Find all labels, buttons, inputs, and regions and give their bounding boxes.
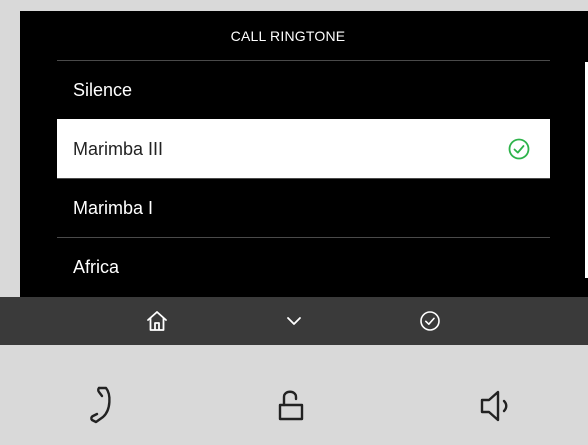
ringtone-item-marimba-i[interactable]: Marimba I — [57, 178, 550, 237]
intercom-panel: CALL RINGTONE Silence Marimba III Marimb… — [0, 0, 588, 445]
confirm-check-icon — [420, 311, 440, 331]
unlock-button[interactable] — [261, 379, 321, 433]
ringtone-list: Silence Marimba III Marimba I Africa — [57, 60, 550, 296]
ringtone-label: Africa — [73, 256, 120, 277]
speaker-button[interactable] — [466, 379, 526, 433]
unlock-icon — [278, 390, 304, 421]
confirm-button[interactable] — [400, 297, 460, 345]
call-button[interactable] — [71, 379, 131, 433]
scroll-down-button[interactable] — [264, 297, 324, 345]
chevron-down-icon — [287, 317, 301, 325]
bottom-navbar — [0, 297, 588, 345]
home-icon — [147, 311, 167, 331]
ringtone-label: Marimba I — [73, 197, 154, 218]
ringtone-item-silence[interactable]: Silence — [57, 60, 550, 119]
ringtone-item-marimba-iii[interactable]: Marimba III — [57, 119, 550, 178]
screen: CALL RINGTONE Silence Marimba III Marimb… — [20, 11, 588, 297]
phone-handset-icon — [90, 386, 111, 424]
ringtone-label: Marimba III — [73, 138, 164, 159]
home-button[interactable] — [127, 297, 187, 345]
page-title: CALL RINGTONE — [230, 27, 346, 44]
speaker-icon — [480, 390, 508, 422]
hardware-buttons — [0, 345, 588, 445]
selected-check-icon — [508, 138, 530, 160]
ringtone-label: Silence — [73, 79, 133, 100]
ringtone-item-africa[interactable]: Africa — [57, 237, 550, 296]
